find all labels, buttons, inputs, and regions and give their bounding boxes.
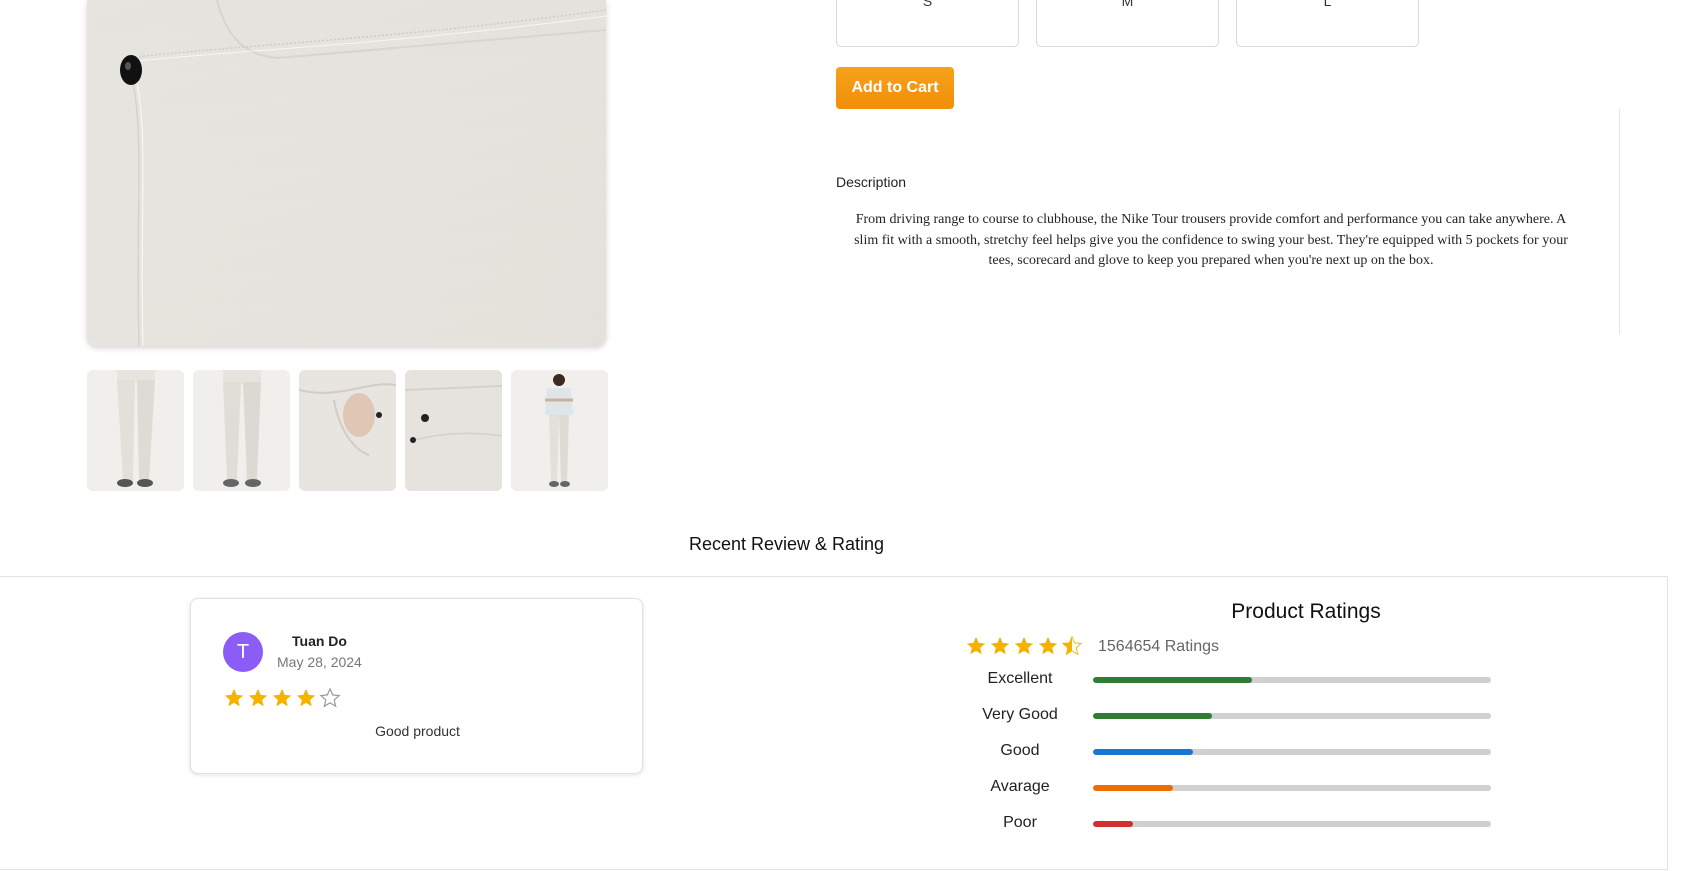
star-filled-icon	[1014, 636, 1034, 655]
size-selector: S M L	[836, 0, 1419, 47]
ratings-title: Product Ratings	[1231, 600, 1381, 623]
thumbnail-full-model[interactable]	[511, 370, 608, 491]
rating-row: Poor	[960, 814, 1491, 834]
rating-bar-track	[1093, 677, 1491, 683]
thumbnail-back[interactable]	[193, 370, 290, 491]
rating-label: Poor	[1003, 814, 1037, 831]
rating-row: Very Good	[960, 706, 1491, 726]
overall-star-rating	[965, 635, 1083, 657]
ratings-count: 1564654 Ratings	[1098, 638, 1219, 655]
review-text: Good product	[375, 723, 460, 739]
rating-bar-fill	[1093, 677, 1253, 683]
description-text: From driving range to course to clubhous…	[854, 212, 1568, 268]
rating-bar-track	[1093, 749, 1491, 755]
rating-bar-fill	[1093, 821, 1133, 827]
thumbnail-pocket-hand[interactable]	[299, 370, 396, 491]
star-filled-icon	[966, 636, 986, 655]
thumbnail-pocket-detail[interactable]	[405, 370, 502, 491]
review-card: T Tuan Do May 28, 2024 Good product	[190, 598, 643, 774]
star-half-icon	[1061, 635, 1083, 656]
rating-row: Avarage	[960, 778, 1491, 798]
star-filled-icon	[990, 636, 1010, 655]
rating-bar-fill	[1093, 785, 1173, 791]
review-star-rating	[223, 687, 341, 709]
size-option-s[interactable]: S	[836, 0, 1019, 47]
rating-label: Very Good	[982, 706, 1058, 723]
rating-label: Excellent	[987, 670, 1053, 687]
divider	[1619, 108, 1620, 335]
reviews-section-title: Recent Review & Rating	[688, 534, 885, 554]
star-filled-icon	[272, 688, 292, 707]
star-filled-icon	[1038, 636, 1058, 655]
reviewer-name: Tuan Do	[292, 633, 347, 649]
size-option-l[interactable]: L	[1236, 0, 1419, 47]
product-main-image	[87, 0, 606, 346]
rating-label: Avarage	[990, 778, 1050, 795]
rating-bar-track	[1093, 713, 1491, 719]
rating-bar-track	[1093, 821, 1491, 827]
rating-row: Excellent	[960, 670, 1491, 690]
size-option-m[interactable]: M	[1036, 0, 1219, 47]
rating-bar-fill	[1093, 749, 1193, 755]
star-filled-icon	[248, 688, 268, 707]
star-filled-icon	[296, 688, 316, 707]
thumbnail-front[interactable]	[87, 370, 184, 491]
add-to-cart-button[interactable]: Add to Cart	[836, 67, 954, 109]
rating-bar-fill	[1093, 713, 1213, 719]
review-date: May 28, 2024	[277, 654, 362, 670]
rating-label: Good	[1000, 742, 1040, 759]
rating-bar-track	[1093, 785, 1491, 791]
rating-row: Good	[960, 742, 1491, 762]
thumbnail-strip	[87, 370, 608, 491]
star-filled-icon	[224, 688, 244, 707]
avatar: T	[223, 632, 263, 672]
star-empty-icon	[319, 687, 341, 708]
description-title: Description	[836, 174, 907, 190]
